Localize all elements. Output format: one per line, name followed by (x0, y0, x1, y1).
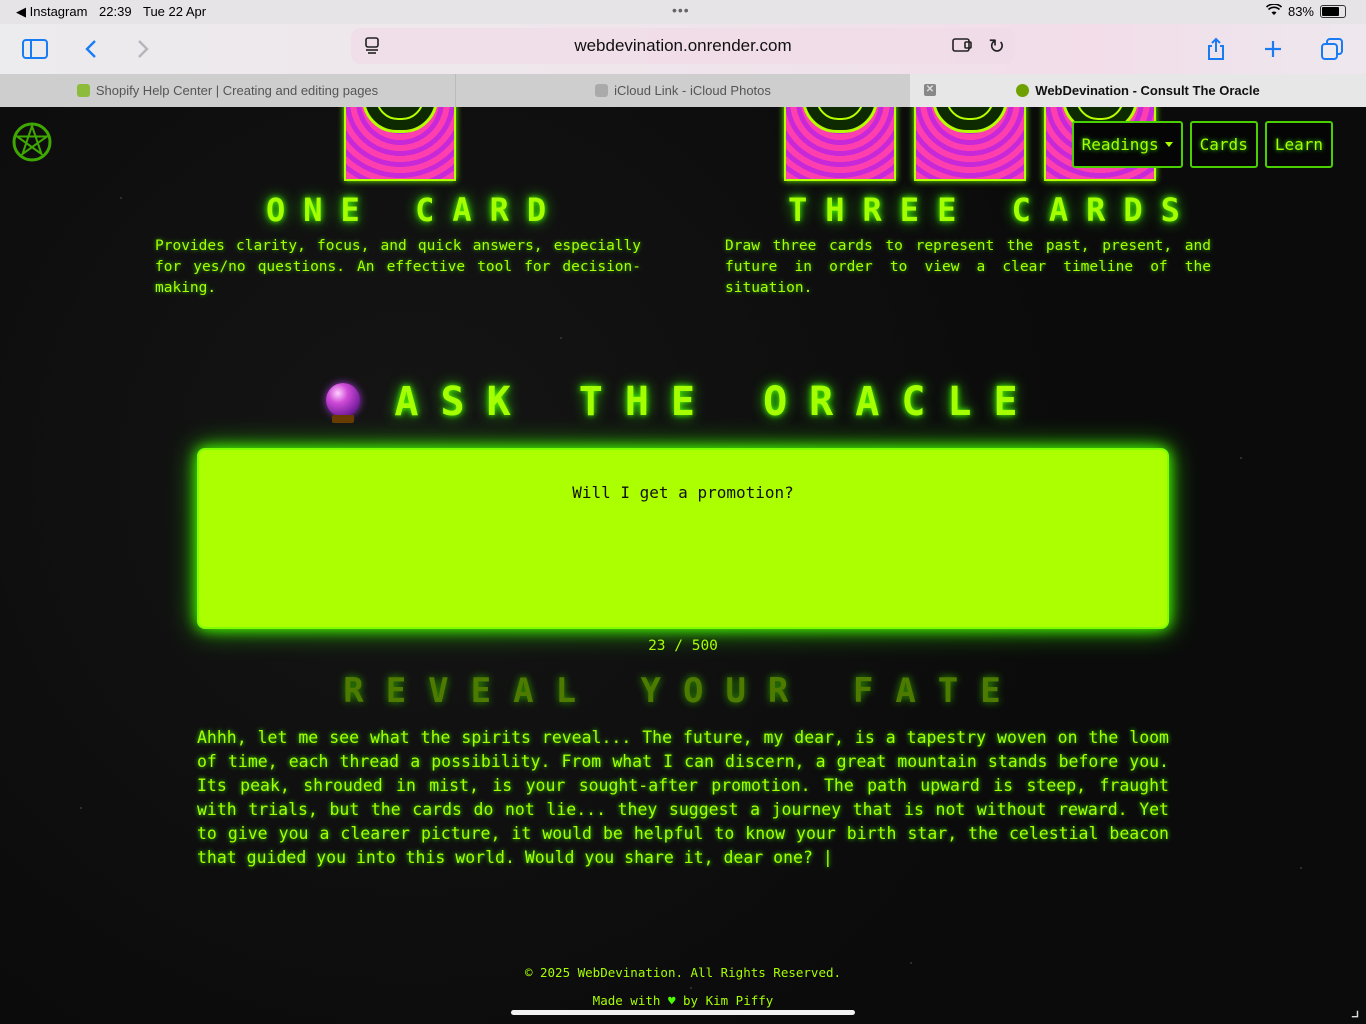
tab-icloud[interactable]: iCloud Link - iCloud Photos (456, 74, 910, 107)
sidebar-toggle-icon[interactable] (18, 32, 52, 66)
star-dot (80, 807, 82, 809)
forward-icon[interactable] (126, 32, 160, 66)
three-cards-tarot-image[interactable] (784, 107, 896, 181)
tab-shopify[interactable]: Shopify Help Center | Creating and editi… (0, 74, 455, 107)
footer-credit: Made with ♥ by Kim Piffy (0, 993, 1366, 1008)
star-dot (1300, 867, 1302, 869)
battery-icon (1320, 5, 1346, 18)
three-cards-title[interactable]: THREE CARDS (788, 191, 1198, 229)
one-card-title[interactable]: ONE CARD (266, 191, 564, 229)
new-tab-icon[interactable] (1256, 32, 1290, 66)
three-cards-tarot-image[interactable] (914, 107, 1026, 181)
tab-webdevination[interactable]: ✕ WebDevination - Consult The Oracle (910, 74, 1366, 107)
status-bar: ◀ Instagram 22:39 Tue 22 Apr ••• 83% (0, 0, 1366, 24)
heart-icon: ♥ (667, 993, 676, 1008)
made-with-text: Made with (592, 993, 661, 1008)
star-dot (560, 337, 562, 339)
extension-icon[interactable] (951, 36, 973, 59)
resize-handle-icon[interactable]: ⌟ (1351, 997, 1360, 1021)
status-time: 22:39 (99, 4, 132, 19)
page-menu-icon[interactable] (363, 36, 381, 59)
share-icon[interactable] (1199, 32, 1233, 66)
learn-nav-button[interactable]: Learn (1264, 121, 1333, 168)
oracle-title-text: ASK THE ORACLE (394, 379, 1040, 425)
battery-percent: 83% (1287, 4, 1314, 19)
three-cards-description: Draw three cards to represent the past, … (725, 238, 1211, 296)
readings-label: Readings (1081, 135, 1159, 154)
address-bar[interactable]: webdevination.onrender.com ↻ (351, 28, 1015, 64)
star-dot (1240, 457, 1242, 459)
star-dot (910, 962, 912, 964)
footer-copyright: © 2025 WebDevination. All Rights Reserve… (524, 965, 842, 980)
tab-title: Shopify Help Center | Creating and editi… (95, 83, 379, 98)
tab-overview-icon[interactable] (1315, 32, 1349, 66)
multitasking-dots-icon[interactable]: ••• (672, 2, 690, 18)
star-dot (690, 987, 692, 989)
home-indicator[interactable] (511, 1010, 855, 1015)
question-text: Will I get a promotion? (572, 483, 794, 502)
author-credit: by Kim Piffy (683, 993, 774, 1008)
question-textarea[interactable]: Will I get a promotion? (197, 448, 1169, 629)
caret-down-icon (1164, 142, 1173, 147)
cards-nav-button[interactable]: Cards (1189, 121, 1258, 168)
one-card-description: Provides clarity, focus, and quick answe… (155, 238, 641, 296)
url-text: webdevination.onrender.com (574, 36, 792, 55)
oracle-answer: Ahhh, let me see what the spirits reveal… (197, 728, 1169, 867)
wifi-icon (1265, 3, 1283, 19)
shopify-icon (76, 84, 90, 97)
sun-emblem (932, 107, 1008, 133)
tab-title: iCloud Link - iCloud Photos (614, 83, 771, 98)
crystal-ball-icon (326, 383, 361, 423)
status-date: Tue 22 Apr (142, 4, 207, 19)
back-icon[interactable] (74, 32, 108, 66)
character-counter: 23 / 500 (648, 638, 718, 654)
star-dot (120, 197, 122, 199)
sun-emblem (362, 107, 438, 133)
close-tab-icon[interactable]: ✕ (924, 84, 936, 96)
webdevination-favicon-icon (1016, 84, 1030, 97)
one-card-tarot-image[interactable] (344, 107, 456, 181)
browser-toolbar: webdevination.onrender.com ↻ (0, 24, 1366, 74)
oracle-heading: ASK THE ORACLE (0, 379, 1366, 425)
main-nav: Readings Cards Learn (1071, 121, 1333, 168)
reload-icon[interactable]: ↻ (988, 34, 1005, 59)
back-to-app-link[interactable]: ◀ Instagram (16, 4, 87, 19)
web-page: Readings Cards Learn ONE CARD Provides c… (0, 107, 1366, 1024)
reveal-fate-button[interactable]: REVEAL YOUR FATE (0, 671, 1366, 711)
sun-emblem (802, 107, 878, 133)
apple-icon (595, 84, 609, 97)
readings-dropdown-button[interactable]: Readings (1071, 121, 1183, 168)
tab-bar: Shopify Help Center | Creating and editi… (0, 74, 1366, 107)
pentagram-logo-icon[interactable] (11, 121, 53, 163)
tab-title: WebDevination - Consult The Oracle (1035, 83, 1260, 98)
